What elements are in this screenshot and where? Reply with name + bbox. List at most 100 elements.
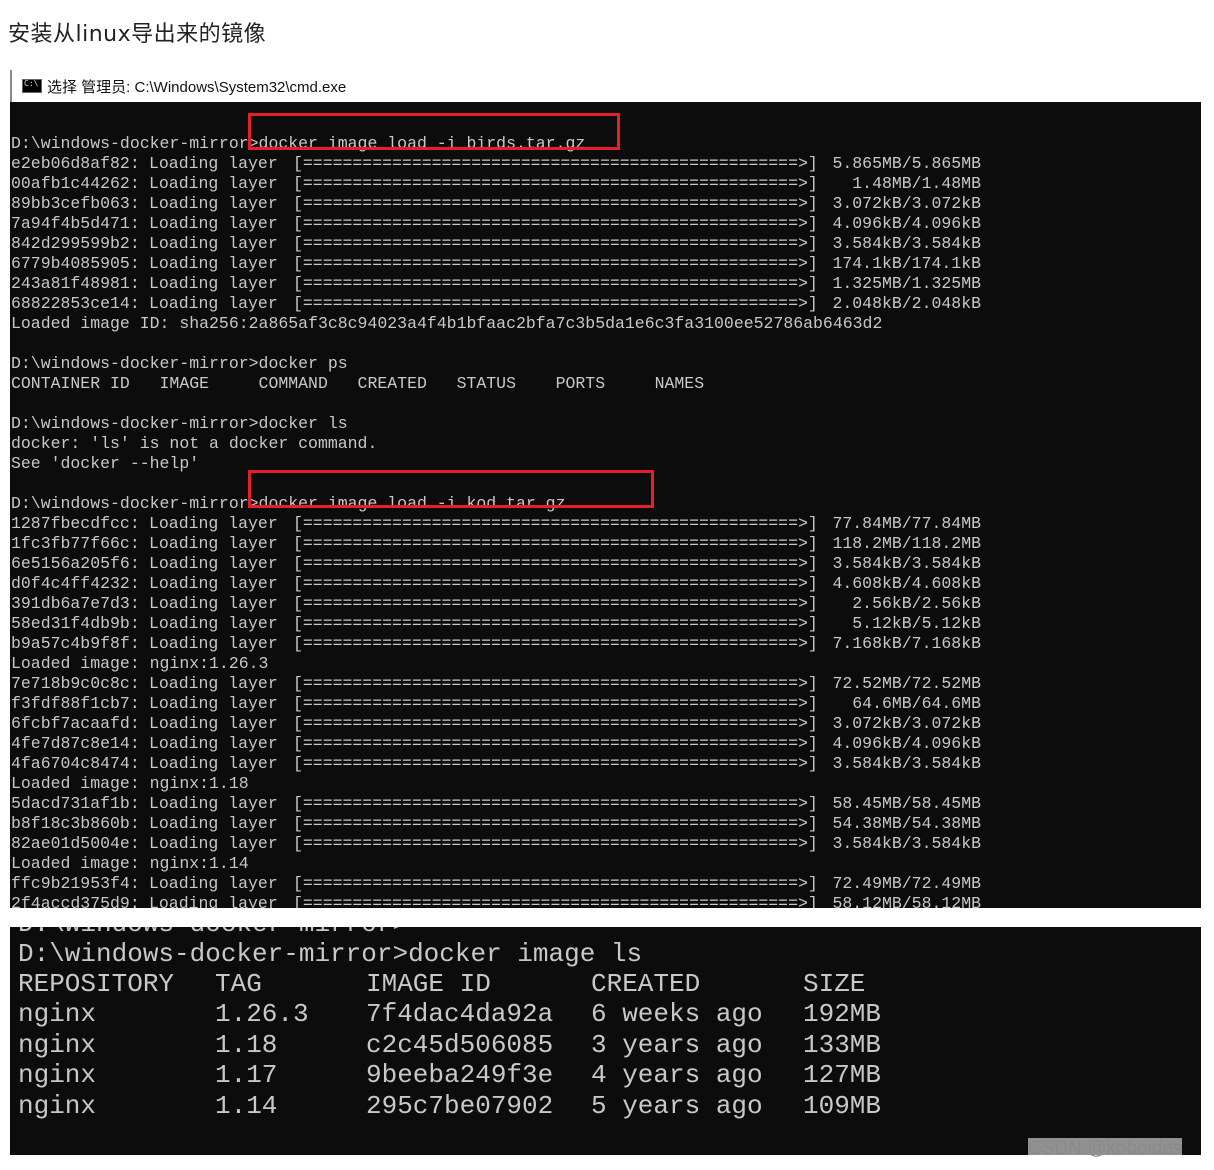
layer-id: ffc9b21953f4: xyxy=(11,874,140,893)
layer-progress-line: b8f18c3b860b: Loading layer [=============… xyxy=(11,814,981,834)
layer-progress-line: 6779b4085905: Loading layer [=============… xyxy=(11,254,981,274)
layer-size: 3.584kB/3.584kB xyxy=(832,834,981,853)
layer-progress-line: d0f4c4ff4232: Loading layer [=============… xyxy=(11,574,981,594)
layer-progress-line: ffc9b21953f4: Loading layer [=============… xyxy=(11,874,981,894)
table-cell: 192MB xyxy=(803,999,882,1029)
window-title: 选择 管理员: C:\Windows\System32\cmd.exe xyxy=(47,78,347,96)
layer-id: 58ed31f4db9b: xyxy=(11,614,140,633)
layer-progress-line: 391db6a7e7d3: Loading layer [=============… xyxy=(11,594,981,614)
layer-id: 89bb3cefb063: xyxy=(11,194,140,213)
layer-size: 3.072kB/3.072kB xyxy=(832,194,981,213)
layer-id: 1287fbecdfcc: xyxy=(11,514,140,533)
layer-label: Loading layer xyxy=(149,194,278,213)
layer-size: 7.168kB/7.168kB xyxy=(832,634,981,653)
layer-progress-line: 4fa6704c8474: Loading layer [=============… xyxy=(11,754,981,774)
layer-size: 2.56kB/2.56kB xyxy=(852,594,981,613)
layer-id: 4fe7d87c8e14: xyxy=(11,734,140,753)
layer-progress-line: e2eb06d8af82: Loading layer [=============… xyxy=(11,154,981,174)
layer-progress-line: 68822853ce14: Loading layer [=============… xyxy=(11,294,981,314)
layer-size: 58.45MB/58.45MB xyxy=(832,794,981,813)
layer-progress-bar: [=======================================… xyxy=(293,834,818,853)
layer-progress-bar: [=======================================… xyxy=(293,594,818,613)
terminal-output-2[interactable]: D:\windows-docker-mirror> D:\windows-doc… xyxy=(10,927,1201,1155)
layer-progress-bar: [=======================================… xyxy=(293,634,818,653)
layer-size: 174.1kB/174.1kB xyxy=(832,254,981,273)
image-table-header: REPOSITORY TAG IMAGE ID CREATED SIZE xyxy=(18,969,1118,999)
cmd-window-titlebar[interactable]: 选择 管理员: C:\Windows\System32\cmd.exe xyxy=(10,70,1203,102)
layer-label: Loading layer xyxy=(149,254,278,273)
layer-progress-bar: [=======================================… xyxy=(293,574,818,593)
layer-progress-line: 7e718b9c0c8c: Loading layer [=============… xyxy=(11,674,981,694)
table-cell: 127MB xyxy=(803,1060,882,1090)
layer-progress-line: 6e5156a205f6: Loading layer [=============… xyxy=(11,554,981,574)
layer-progress-bar: [=======================================… xyxy=(293,214,818,233)
layer-label: Loading layer xyxy=(149,174,278,193)
table-cell: 3 years ago xyxy=(591,1029,763,1060)
layer-id: 7a94f4b5d471: xyxy=(11,214,140,233)
layer-id: 6fcbf7acaafd: xyxy=(11,714,140,733)
layer-progress-line: 4fe7d87c8e14: Loading layer [=============… xyxy=(11,734,981,754)
layer-id: 4fa6704c8474: xyxy=(11,754,140,773)
layer-id: 391db6a7e7d3: xyxy=(11,594,140,613)
layer-progress-line: 89bb3cefb063: Loading layer [=============… xyxy=(11,194,981,214)
layer-progress-line: f3fdf88f1cb7: Loading layer [=============… xyxy=(11,694,981,714)
layer-id: 5dacd731af1b: xyxy=(11,794,140,813)
layer-progress-bar: [=======================================… xyxy=(293,714,818,733)
layer-label: Loading layer xyxy=(149,714,278,733)
table-cell: 1.14 xyxy=(215,1090,278,1121)
highlight-box-birds-load xyxy=(248,113,620,150)
layer-label: Loading layer xyxy=(149,674,278,693)
terminal-line: Loaded image: nginx:1.18 xyxy=(11,774,249,793)
layer-label: Loading layer xyxy=(149,294,278,313)
layer-progress-line: 842d299599b2: Loading layer [=============… xyxy=(11,234,981,254)
terminal-prompt-line: D:\windows-docker-mirror>docker image ls xyxy=(18,939,643,969)
layer-progress-bar: [=======================================… xyxy=(293,534,818,553)
table-header-cell: REPOSITORY xyxy=(18,969,175,999)
layer-label: Loading layer xyxy=(149,574,278,593)
layer-progress-bar: [=======================================… xyxy=(293,194,818,213)
layer-id: 7e718b9c0c8c: xyxy=(11,674,140,693)
layer-label: Loading layer xyxy=(149,554,278,573)
layer-id: b9a57c4b9f8f: xyxy=(11,634,140,653)
layer-label: Loading layer xyxy=(149,154,278,173)
layer-label: Loading layer xyxy=(149,514,278,533)
table-cell: 6 weeks ago xyxy=(591,999,763,1029)
layer-size: 4.096kB/4.096kB xyxy=(832,214,981,233)
layer-progress-bar: [=======================================… xyxy=(293,254,818,273)
layer-id: 2f4accd375d9: xyxy=(11,894,140,908)
layer-size: 77.84MB/77.84MB xyxy=(832,514,981,533)
layer-progress-bar: [=======================================… xyxy=(293,554,818,573)
highlight-box-kod-load xyxy=(248,470,654,508)
terminal-line: Loaded image ID: sha256:2a865af3c8c94023… xyxy=(11,314,883,333)
terminal-output-1[interactable]: D:\windows-docker-mirror>docker image lo… xyxy=(10,102,1201,908)
page-heading: 安装从linux导出来的镜像 xyxy=(8,22,267,47)
layer-size: 2.048kB/2.048kB xyxy=(832,294,981,313)
layer-id: 68822853ce14: xyxy=(11,294,140,313)
layer-label: Loading layer xyxy=(149,234,278,253)
layer-size: 4.096kB/4.096kB xyxy=(832,734,981,753)
layer-progress-line: 243a81f48981: Loading layer [=============… xyxy=(11,274,981,294)
image-table-row: nginx 1.18 c2c45d506085 3 years ago 133MB xyxy=(18,1030,1118,1060)
layer-label: Loading layer xyxy=(149,814,278,833)
layer-id: d0f4c4ff4232: xyxy=(11,574,140,593)
layer-label: Loading layer xyxy=(149,534,278,553)
layer-label: Loading layer xyxy=(149,834,278,853)
table-cell: c2c45d506085 xyxy=(366,1029,554,1060)
layer-id: 82ae01d5004e: xyxy=(11,834,140,853)
layer-label: Loading layer xyxy=(149,614,278,633)
layer-label: Loading layer xyxy=(149,754,278,773)
table-header-cell: TAG xyxy=(215,969,262,999)
layer-id: 6e5156a205f6: xyxy=(11,554,140,573)
layer-id: 1fc3fb77f66c: xyxy=(11,534,140,553)
layer-id: f3fdf88f1cb7: xyxy=(11,694,140,713)
layer-progress-line: 6fcbf7acaafd: Loading layer [=============… xyxy=(11,714,981,734)
layer-size: 72.49MB/72.49MB xyxy=(832,874,981,893)
layer-size: 4.608kB/4.608kB xyxy=(832,574,981,593)
layer-progress-line: 58ed31f4db9b: Loading layer [=============… xyxy=(11,614,981,634)
terminal-line: Loaded image: nginx:1.26.3 xyxy=(11,654,269,673)
layer-progress-bar: [=======================================… xyxy=(293,734,818,753)
table-cell: 109MB xyxy=(803,1090,882,1121)
terminal-line: See 'docker --help' xyxy=(11,454,200,473)
layer-size: 1.48MB/1.48MB xyxy=(852,174,981,193)
layer-progress-bar: [=======================================… xyxy=(293,814,818,833)
